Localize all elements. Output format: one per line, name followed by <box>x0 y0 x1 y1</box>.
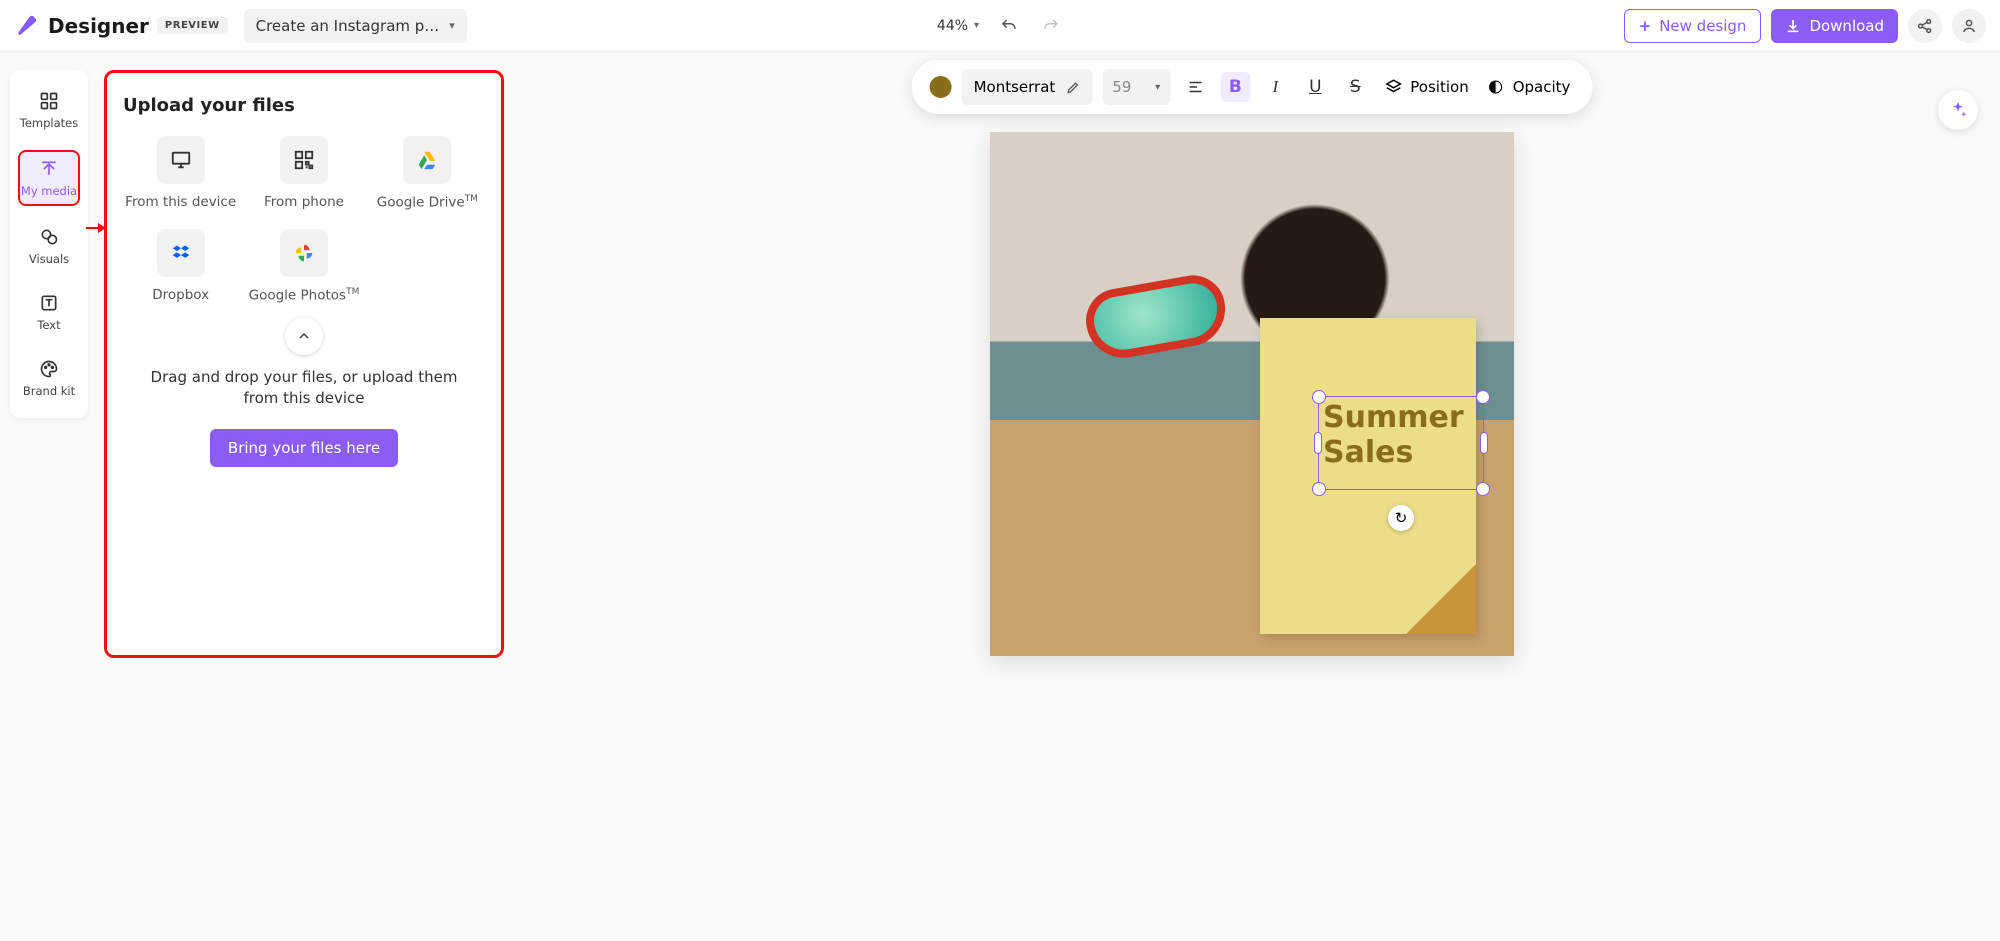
rail-brand-kit[interactable]: Brand kit <box>18 352 80 404</box>
panel-title: Upload your files <box>123 95 485 116</box>
redo-button[interactable] <box>1039 14 1063 38</box>
app-name: Designer <box>48 14 149 38</box>
upload-icon <box>38 158 60 180</box>
opacity-label: Opacity <box>1513 78 1571 96</box>
chevron-down-icon: ▾ <box>449 19 455 32</box>
underline-button[interactable]: U <box>1300 72 1330 102</box>
source-label: From phone <box>264 194 344 210</box>
source-from-phone[interactable]: From phone <box>246 136 361 211</box>
rail-item-label: Brand kit <box>23 384 75 398</box>
download-icon <box>1785 18 1801 34</box>
rotate-handle[interactable]: ↻ <box>1388 505 1414 531</box>
upload-panel: Upload your files From this device From … <box>104 70 504 658</box>
dropbox-icon <box>157 229 205 277</box>
qr-icon <box>280 136 328 184</box>
position-label: Position <box>1410 78 1468 96</box>
rail-item-label: Text <box>37 318 60 332</box>
source-google-photos[interactable]: Google PhotosTM <box>246 229 361 304</box>
resize-handle-mr[interactable] <box>1480 432 1488 454</box>
monitor-icon <box>157 136 205 184</box>
font-family-dropdown[interactable]: Montserrat <box>962 69 1093 105</box>
header-right-group: + New design Download <box>1624 9 1986 43</box>
align-button[interactable] <box>1180 72 1210 102</box>
bring-files-button[interactable]: Bring your files here <box>210 429 398 467</box>
pencil-icon <box>1065 80 1080 95</box>
source-label: Google PhotosTM <box>249 287 360 304</box>
source-google-drive[interactable]: Google DriveTM <box>370 136 485 211</box>
text-icon <box>38 292 60 314</box>
plus-icon: + <box>1639 17 1652 35</box>
design-canvas[interactable]: Summer Sales ↻ Add page <box>990 132 1514 656</box>
download-label: Download <box>1809 17 1884 35</box>
resize-handle-br[interactable] <box>1476 482 1490 496</box>
canvas-text-content[interactable]: Summer Sales <box>1319 397 1483 474</box>
opacity-button[interactable]: Opacity <box>1483 78 1575 96</box>
resize-handle-bl[interactable] <box>1312 482 1326 496</box>
chevron-down-icon: ▾ <box>1155 82 1160 93</box>
strikethrough-button[interactable]: S <box>1340 72 1370 102</box>
rail-visuals[interactable]: Visuals <box>18 220 80 272</box>
resize-handle-tr[interactable] <box>1476 390 1490 404</box>
document-title-text: Create an Instagram p… <box>256 17 440 35</box>
resize-handle-tl[interactable] <box>1312 390 1326 404</box>
gdrive-icon <box>403 136 451 184</box>
palette-icon <box>38 358 60 380</box>
upload-source-grid: From this device From phone Google Drive… <box>123 136 485 303</box>
new-design-label: New design <box>1659 17 1746 35</box>
canvas-text-line2: Sales <box>1323 436 1479 471</box>
ai-sparkle-button[interactable] <box>1938 90 1978 130</box>
main-area: Templates My media Visuals Text Brand ki… <box>0 52 2000 941</box>
undo-button[interactable] <box>997 14 1021 38</box>
gphotos-icon <box>280 229 328 277</box>
rail-item-label: Templates <box>20 116 78 130</box>
text-toolbar: Montserrat 59 ▾ B I U S Position <box>912 60 1593 114</box>
source-this-device[interactable]: From this device <box>123 136 238 211</box>
download-button[interactable]: Download <box>1771 9 1898 43</box>
position-button[interactable]: Position <box>1380 78 1472 96</box>
font-size-value: 59 <box>1112 78 1131 96</box>
italic-button[interactable]: I <box>1260 72 1290 102</box>
document-title-dropdown[interactable]: Create an Instagram p… ▾ <box>244 9 467 43</box>
app-logo-group: Designer PREVIEW <box>14 13 228 39</box>
opacity-icon <box>1487 78 1505 96</box>
zoom-value: 44% <box>937 18 968 34</box>
preview-badge: PREVIEW <box>157 17 228 34</box>
font-size-dropdown[interactable]: 59 ▾ <box>1102 69 1170 105</box>
canvas-workspace: Montserrat 59 ▾ B I U S Position <box>504 70 2000 941</box>
left-rail: Templates My media Visuals Text Brand ki… <box>10 70 88 418</box>
zoom-control[interactable]: 44% ▾ <box>937 18 979 34</box>
header-center-group: 44% ▾ <box>937 14 1063 38</box>
visuals-icon <box>38 226 60 248</box>
selected-text-box[interactable]: Summer Sales ↻ <box>1318 396 1484 490</box>
font-name: Montserrat <box>974 78 1056 96</box>
annotation-arrow <box>86 227 104 229</box>
collapse-sources-button[interactable] <box>285 317 323 355</box>
app-header: Designer PREVIEW Create an Instagram p… … <box>0 0 2000 52</box>
rail-item-label: My media <box>21 184 77 198</box>
rail-text[interactable]: Text <box>18 286 80 338</box>
account-button[interactable] <box>1952 9 1986 43</box>
bold-button[interactable]: B <box>1220 72 1250 102</box>
source-label: Google DriveTM <box>377 194 478 211</box>
layers-icon <box>1384 78 1402 96</box>
share-button[interactable] <box>1908 9 1942 43</box>
resize-handle-ml[interactable] <box>1314 432 1322 454</box>
new-design-button[interactable]: + New design <box>1624 9 1762 43</box>
designer-logo-icon <box>14 13 40 39</box>
drag-drop-text: Drag and drop your files, or upload them… <box>123 367 485 409</box>
chevron-down-icon: ▾ <box>974 20 979 31</box>
text-color-swatch[interactable] <box>930 76 952 98</box>
canvas-text-line1: Summer <box>1323 401 1479 436</box>
rail-my-media[interactable]: My media <box>18 150 80 206</box>
source-dropbox[interactable]: Dropbox <box>123 229 238 304</box>
templates-icon <box>38 90 60 112</box>
source-label: Dropbox <box>152 287 209 303</box>
rail-templates[interactable]: Templates <box>18 84 80 136</box>
source-label: From this device <box>125 194 236 210</box>
rail-item-label: Visuals <box>29 252 69 266</box>
